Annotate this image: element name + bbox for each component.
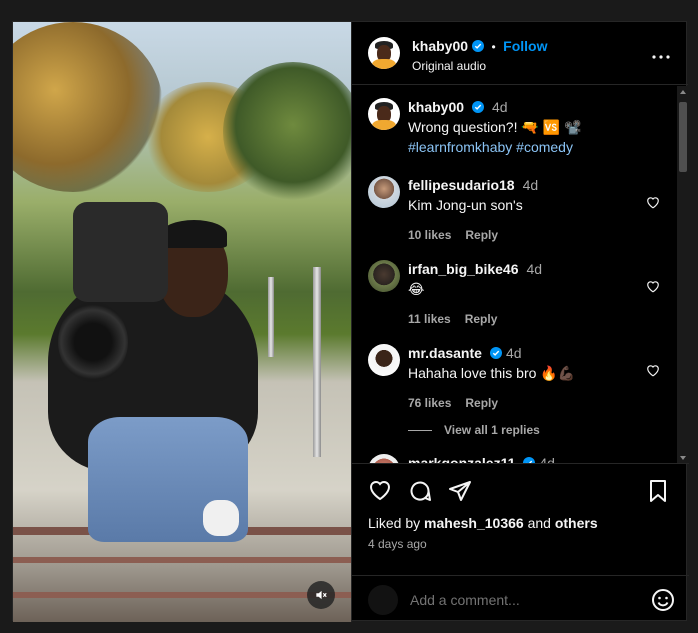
post-header: khaby00 • Follow Original audio <box>352 22 688 85</box>
scroll-down-arrow[interactable] <box>680 456 686 460</box>
caption-avatar[interactable] <box>368 98 400 130</box>
like-button[interactable] <box>368 479 392 506</box>
view-replies-button[interactable]: View all 1 replies <box>408 423 540 437</box>
like-comment-button[interactable] <box>646 280 660 298</box>
post-timestamp[interactable]: 4 days ago <box>368 537 427 551</box>
likes-summary: Liked by mahesh_10366 and others <box>368 515 598 531</box>
railing <box>268 277 274 357</box>
audio-label[interactable]: Original audio <box>412 59 547 73</box>
person-cap <box>161 220 227 248</box>
liked-by-user[interactable]: mahesh_10366 <box>424 515 524 531</box>
comment-text: Kim Jong-un son's <box>408 197 523 213</box>
comment-avatar[interactable] <box>368 454 400 463</box>
reply-button[interactable]: Reply <box>465 312 498 326</box>
post-side-panel: khaby00 • Follow Original audio khaby00 <box>351 22 689 622</box>
comment-text: Hahaha love this bro 🔥💪🏿 <box>408 365 576 381</box>
verified-badge-icon <box>523 457 536 463</box>
person-shoe <box>203 500 239 536</box>
like-comment-button[interactable] <box>646 196 660 214</box>
liked-by-and: and <box>527 515 551 531</box>
like-comment-button[interactable] <box>646 364 660 382</box>
author-avatar[interactable] <box>368 37 400 69</box>
railing <box>313 267 321 457</box>
comment-button[interactable] <box>408 479 432 508</box>
comment-time[interactable]: 4d <box>539 455 555 463</box>
camera-body <box>73 202 168 302</box>
verified-badge-icon <box>472 40 485 52</box>
comment-likes[interactable]: 11 likes <box>408 312 451 326</box>
comment-likes[interactable]: 76 likes <box>408 396 451 410</box>
liked-by-others[interactable]: others <box>555 515 598 531</box>
post-modal: khaby00 • Follow Original audio khaby00 <box>12 21 689 622</box>
post-video[interactable] <box>13 22 351 622</box>
emoji-smile-icon <box>652 589 674 611</box>
heart-icon <box>647 281 659 293</box>
author-username[interactable]: khaby00 <box>412 38 468 54</box>
comments-list[interactable]: khaby00 4d Wrong question?! 🔫 🆚 📽️ #lear… <box>352 86 689 464</box>
comment-time[interactable]: 4d <box>527 261 543 277</box>
comment-avatar[interactable] <box>368 176 400 208</box>
viewer-avatar <box>368 585 398 615</box>
step-edge <box>13 592 351 598</box>
comment-username[interactable]: mr.dasante <box>408 345 482 361</box>
caption-hashtags[interactable]: #learnfromkhaby #comedy <box>408 138 648 156</box>
camera-lens <box>58 302 128 382</box>
scroll-up-arrow[interactable] <box>680 90 686 94</box>
emoji-button[interactable] <box>651 588 675 617</box>
comment-time[interactable]: 4d <box>523 177 539 193</box>
more-horizontal-icon <box>652 55 670 59</box>
comment-likes[interactable]: 10 likes <box>408 228 451 242</box>
comment-text: 😂 <box>408 281 425 297</box>
follow-button[interactable]: Follow <box>503 38 547 54</box>
caption-text: Wrong question?! 🔫 🆚 📽️ <box>408 119 582 135</box>
save-button[interactable] <box>648 479 668 508</box>
scroll-thumb[interactable] <box>679 102 687 172</box>
post-actions: Liked by mahesh_10366 and others 4 days … <box>352 465 689 585</box>
comments-scrollbar[interactable] <box>677 86 689 463</box>
heart-icon <box>369 481 391 501</box>
comment-time[interactable]: 4d <box>506 345 522 361</box>
reply-button[interactable]: Reply <box>465 396 498 410</box>
mute-button[interactable] <box>307 581 335 609</box>
heart-icon <box>647 197 659 209</box>
caption-time[interactable]: 4d <box>492 99 508 115</box>
comment-avatar[interactable] <box>368 344 400 376</box>
tree-left <box>13 22 163 192</box>
add-comment-bar <box>352 575 689 622</box>
muted-speaker-icon <box>316 590 327 600</box>
comment-username[interactable]: irfan_big_bike46 <box>408 261 519 277</box>
comment-bubble-icon <box>410 481 431 501</box>
bookmark-icon <box>650 480 666 502</box>
replies-dash <box>408 430 432 432</box>
reply-button[interactable]: Reply <box>465 228 498 242</box>
comment-input[interactable] <box>410 588 630 612</box>
verified-badge-icon <box>489 347 502 359</box>
liked-by-prefix: Liked by <box>368 515 421 531</box>
heart-icon <box>647 365 659 377</box>
caption-username[interactable]: khaby00 <box>408 99 464 115</box>
share-button[interactable] <box>448 479 472 508</box>
more-options-button[interactable] <box>652 46 670 64</box>
tree-right <box>223 62 351 202</box>
comment-username[interactable]: markgonzalez11 <box>408 455 515 463</box>
comment-username[interactable]: fellipesudario18 <box>408 177 515 193</box>
view-replies-label: View all 1 replies <box>444 423 540 437</box>
comment-avatar[interactable] <box>368 260 400 292</box>
paper-plane-icon <box>449 481 471 501</box>
verified-badge-icon <box>472 101 485 113</box>
separator-dot: • <box>491 40 496 54</box>
step-edge <box>13 557 351 563</box>
